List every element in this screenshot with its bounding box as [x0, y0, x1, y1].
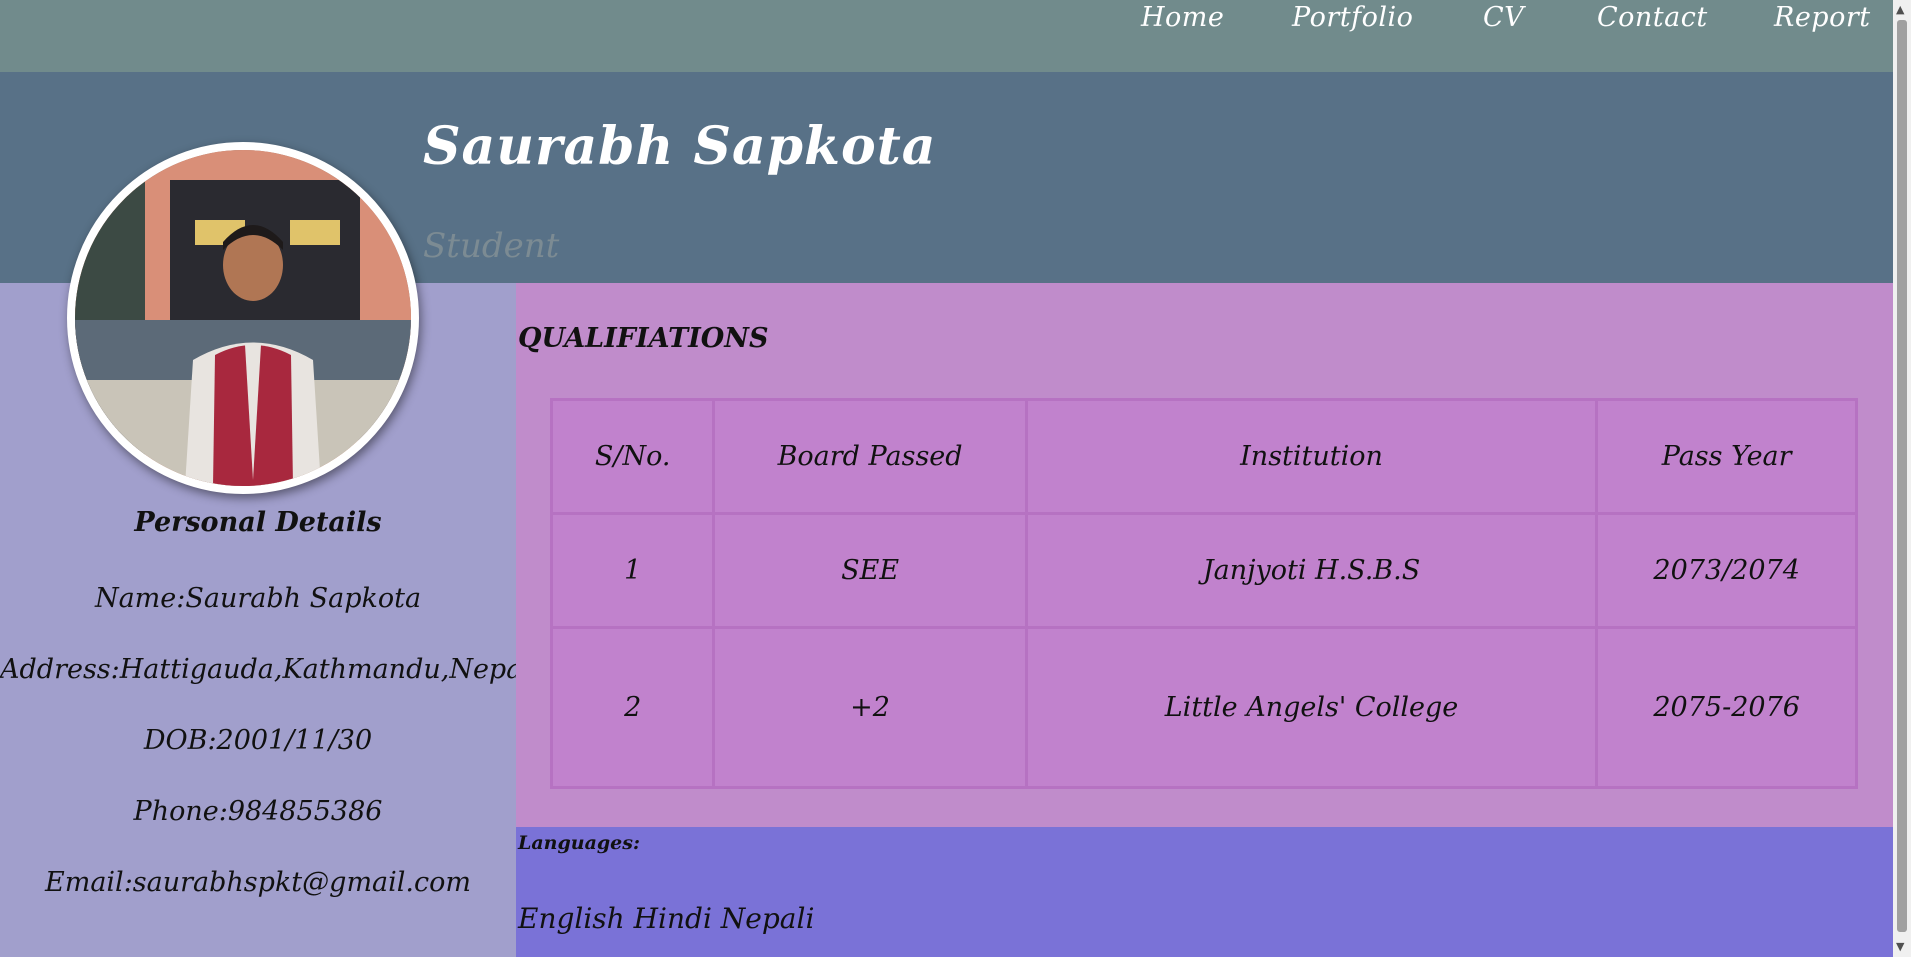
nav-link-report[interactable]: Report	[1774, 2, 1871, 33]
detail-phone: Phone:984855386	[133, 796, 383, 827]
profile-photo	[67, 142, 419, 494]
table-cell: SEE	[712, 512, 1028, 629]
languages-heading: Languages:	[518, 832, 640, 854]
detail-name: Name:Saurabh Sapkota	[94, 583, 422, 614]
detail-dob: DOB:2001/11/30	[143, 725, 373, 756]
table-cell: 2075-2076	[1595, 626, 1858, 789]
nav-link-portfolio[interactable]: Portfolio	[1292, 2, 1413, 33]
detail-email: Email:saurabhspkt@gmail.com	[45, 867, 471, 898]
nav-link-cv[interactable]: CV	[1483, 2, 1524, 33]
profile-name: Saurabh Sapkota	[423, 116, 937, 177]
table-row: 1 SEE Janjyoti H.S.B.S 2073/2074	[549, 512, 1858, 629]
profile-role: Student	[423, 226, 560, 266]
table-row: 2 +2 Little Angels' College 2075-2076	[549, 626, 1858, 789]
personal-details-heading: Personal Details	[134, 507, 382, 538]
nav-link-contact[interactable]: Contact	[1597, 2, 1708, 33]
scrollbar-thumb[interactable]	[1897, 20, 1907, 932]
top-navigation: Home Portfolio CV Contact Report	[0, 0, 1893, 72]
languages-list: English Hindi Nepali	[518, 902, 815, 935]
detail-address: Address:Hattigauda,Kathmandu,Nepal	[0, 654, 531, 685]
table-cell: Little Angels' College	[1024, 626, 1599, 789]
table-header-row: S/No. Board Passed Institution Pass Year	[549, 398, 1858, 515]
table-cell: +2	[712, 626, 1028, 789]
table-header-cell: Institution	[1024, 398, 1599, 515]
scroll-down-arrow-icon[interactable]: ▼	[1896, 940, 1904, 953]
languages-section	[516, 827, 1893, 957]
table-cell: Janjyoti H.S.B.S	[1024, 512, 1599, 629]
table-header-cell: Pass Year	[1595, 398, 1858, 515]
table-header-cell: S/No.	[549, 398, 716, 515]
table-cell: 1	[549, 512, 716, 629]
qualifications-table: S/No. Board Passed Institution Pass Year…	[549, 398, 1858, 789]
scroll-up-arrow-icon[interactable]: ▲	[1896, 3, 1904, 16]
table-cell: 2073/2074	[1595, 512, 1858, 629]
vertical-scrollbar[interactable]: ▲ ▼	[1893, 0, 1911, 957]
qualifications-heading: QUALIFIATIONS	[518, 323, 769, 354]
nav-link-home[interactable]: Home	[1141, 2, 1224, 33]
table-header-cell: Board Passed	[712, 398, 1028, 515]
table-cell: 2	[549, 626, 716, 789]
